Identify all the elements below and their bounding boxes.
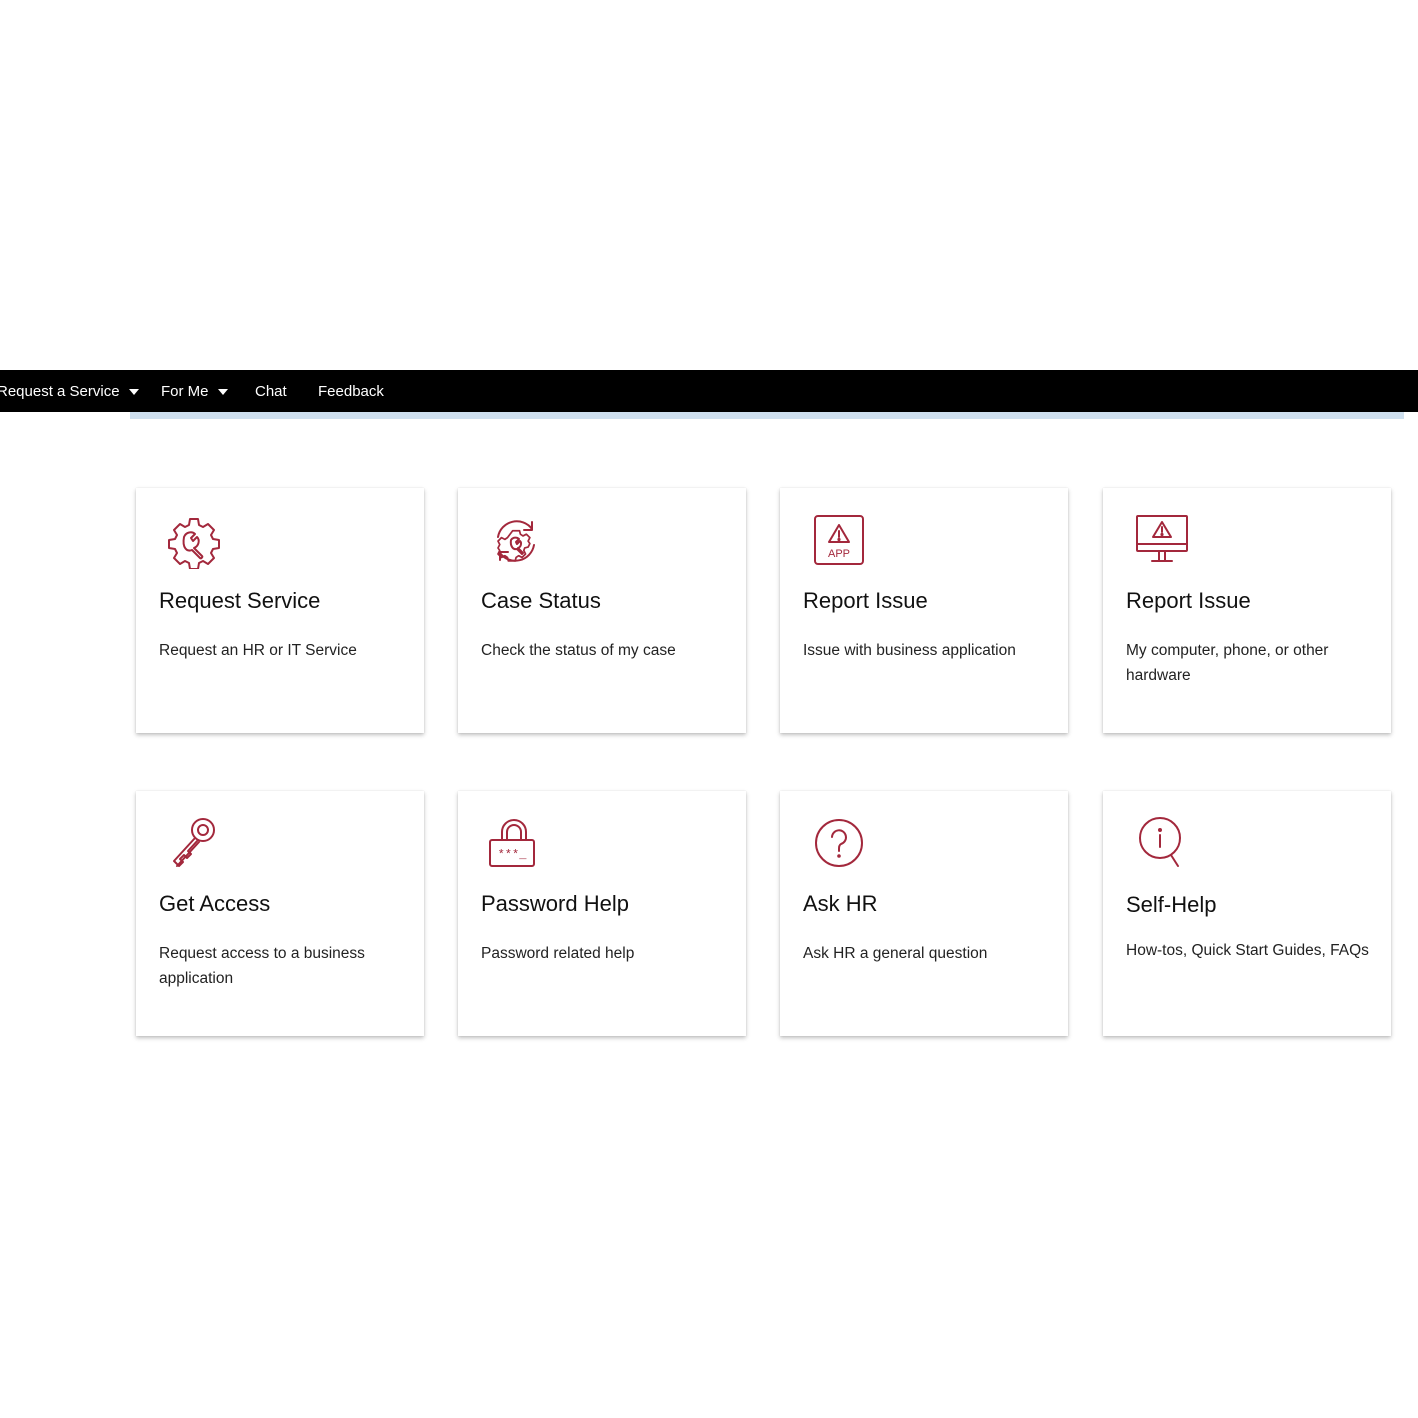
card-title: Password Help <box>481 891 629 916</box>
card-title: Report Issue <box>803 588 928 613</box>
card-description: Ask HR a general question <box>803 945 988 962</box>
card-title: Case Status <box>481 588 601 613</box>
card-password-help[interactable]: ***_ Password Help Password related help <box>458 791 746 1036</box>
key-icon <box>166 816 222 872</box>
card-title: Ask HR <box>803 891 878 916</box>
app-warning-icon: APP <box>810 513 866 569</box>
card-request-service[interactable]: Request Service Request an HR or IT Serv… <box>136 488 424 733</box>
card-title: Request Service <box>159 588 321 613</box>
card-ask-hr[interactable]: Ask HR Ask HR a general question <box>780 791 1068 1036</box>
card-report-issue-hardware[interactable]: Report Issue My computer, phone, or othe… <box>1103 488 1391 733</box>
nav-chat[interactable]: Chat <box>255 370 287 412</box>
question-circle-icon <box>810 816 866 872</box>
card-description: Request access to a business application <box>159 945 365 987</box>
nav-request-a-service[interactable]: Request a Service <box>0 370 139 412</box>
card-description: My computer, phone, or other hardware <box>1126 642 1329 684</box>
card-title: Get Access <box>159 891 271 916</box>
svg-text:APP: APP <box>828 548 850 560</box>
password-lock-icon: ***_ <box>488 816 544 872</box>
nav-chat-label: Chat <box>255 382 287 400</box>
case-status-refresh-icon <box>488 513 544 569</box>
nav-request-a-service-label: Request a Service <box>0 382 120 400</box>
card-case-status[interactable]: Case Status Check the status of my case <box>458 488 746 733</box>
nav-underline-bar <box>130 412 1404 419</box>
card-title: Self-Help <box>1126 892 1217 917</box>
monitor-warning-icon <box>1133 513 1189 569</box>
nav-for-me[interactable]: For Me <box>161 370 228 412</box>
gear-wrench-icon <box>166 513 222 569</box>
info-search-icon <box>1133 816 1189 872</box>
caret-down-icon <box>128 388 139 395</box>
svg-text:***_: ***_ <box>498 848 528 862</box>
card-description: Request an HR or IT Service <box>159 642 357 659</box>
top-navigation-bar: Request a Service For Me Chat Feedback <box>0 370 1418 412</box>
card-self-help[interactable]: Self-Help How-tos, Quick Start Guides, F… <box>1103 791 1391 1036</box>
nav-feedback-label: Feedback <box>318 382 384 400</box>
card-description: How-tos, Quick Start Guides, FAQs <box>1126 942 1369 959</box>
card-description: Check the status of my case <box>481 642 676 659</box>
card-description: Issue with business application <box>803 642 1016 659</box>
nav-for-me-label: For Me <box>161 382 209 400</box>
nav-feedback[interactable]: Feedback <box>318 370 384 412</box>
card-description: Password related help <box>481 945 635 962</box>
caret-down-icon <box>217 388 228 395</box>
card-title: Report Issue <box>1126 588 1251 613</box>
card-get-access[interactable]: Get Access Request access to a business … <box>136 791 424 1036</box>
card-report-issue-application[interactable]: APP Report Issue Issue with business app… <box>780 488 1068 733</box>
